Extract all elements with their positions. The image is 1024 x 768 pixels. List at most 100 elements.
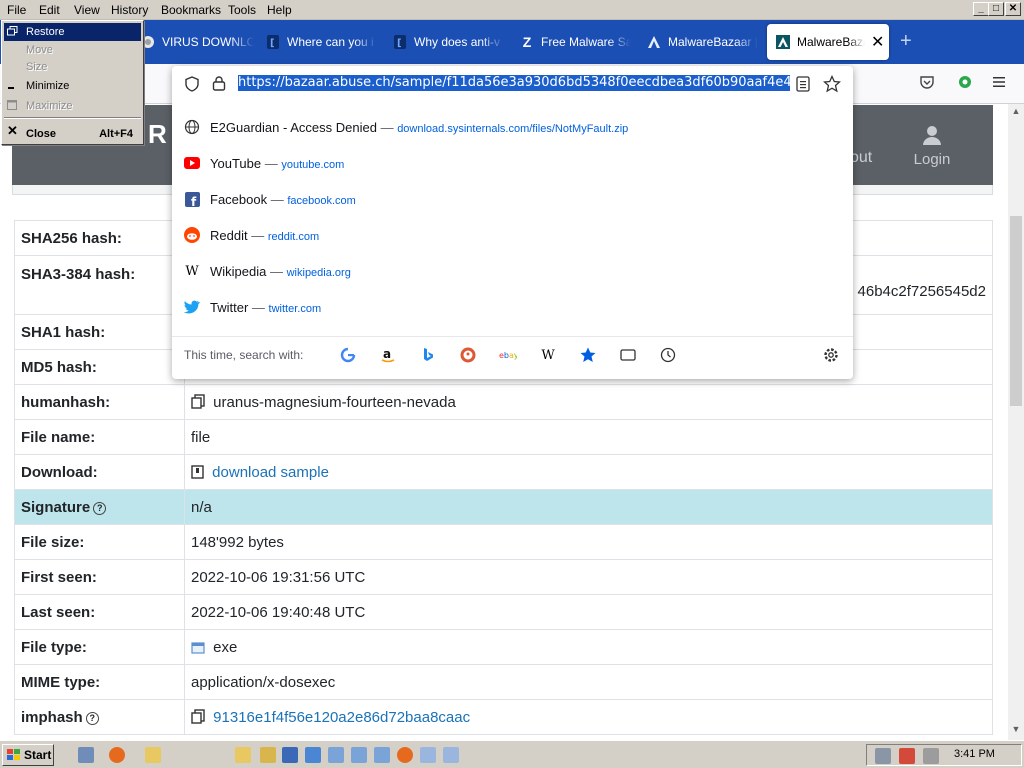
settings-gear-icon[interactable]: [822, 346, 840, 364]
suggestion-item[interactable]: YouTube — youtube.com: [172, 145, 853, 181]
app-icon[interactable]: [282, 747, 298, 763]
app-icon[interactable]: [351, 747, 367, 763]
duckduckgo-icon[interactable]: [459, 346, 477, 364]
bing-icon[interactable]: [419, 346, 437, 364]
reader-view-icon[interactable]: [796, 76, 810, 95]
start-button[interactable]: Start: [2, 744, 54, 766]
amazon-icon[interactable]: a: [379, 346, 397, 364]
windows-flag-icon: [7, 749, 20, 760]
folder-icon[interactable]: [260, 747, 276, 763]
ebay-icon[interactable]: ebay: [499, 346, 517, 364]
app-icon[interactable]: [420, 747, 436, 763]
suggestion-item[interactable]: Reddit — reddit.com: [172, 217, 853, 253]
svg-text:[: [: [397, 38, 402, 49]
suggestion-item[interactable]: E2Guardian - Access Denied — download.sy…: [172, 109, 853, 145]
menu-history[interactable]: History: [111, 3, 148, 17]
close-tab-icon[interactable]: ✕: [871, 32, 884, 52]
help-icon[interactable]: ?: [93, 501, 107, 515]
minimize-window-button[interactable]: _: [973, 2, 989, 16]
table-row: File size: 148'992 bytes: [14, 524, 993, 560]
history-clock-icon[interactable]: [659, 346, 677, 364]
network-icon[interactable]: [875, 748, 891, 764]
suggestion-url: facebook.com: [287, 195, 356, 207]
firefox-icon[interactable]: [109, 747, 125, 763]
scroll-up-arrow-icon[interactable]: ▲: [1008, 106, 1024, 122]
tab-label: Where can you i: [287, 35, 374, 49]
app-icon[interactable]: [305, 747, 321, 763]
row-value: 2022-10-06 19:40:48 UTC: [184, 594, 993, 630]
imphash-link[interactable]: 91316e1f4f56e120a2e86d72baa8caac: [213, 709, 470, 726]
close-window-button[interactable]: ✕: [1005, 2, 1021, 16]
malwarebazaar-icon: [775, 34, 791, 50]
row-value-cell: exe: [184, 629, 993, 665]
scrollbar-thumb[interactable]: [1010, 216, 1022, 406]
bookmark-star-icon[interactable]: [822, 74, 842, 96]
volume-icon[interactable]: [923, 748, 939, 764]
security-icon[interactable]: [899, 748, 915, 764]
close-menu-item[interactable]: ✕ Close Alt+F4: [4, 123, 141, 143]
scroll-down-arrow-icon[interactable]: ▼: [1008, 724, 1024, 740]
tab-where-can-you[interactable]: [ Where can you i: [265, 24, 383, 60]
tab-virus-download[interactable]: VIRUS DOWNLOA: [140, 24, 260, 60]
menu-label: Maximize: [26, 100, 73, 112]
google-icon[interactable]: [339, 346, 357, 364]
shield-icon[interactable]: [184, 76, 200, 95]
hamburger-menu-icon[interactable]: [990, 74, 1008, 92]
nav-login-link[interactable]: Login: [910, 125, 954, 168]
bracket-icon: [: [265, 34, 281, 50]
table-row: File name: file: [14, 419, 993, 455]
tab-malwarebazaar-active[interactable]: MalwareBazaar ✕: [767, 24, 889, 60]
pocket-icon[interactable]: [918, 74, 936, 92]
bookmarks-star-icon[interactable]: [579, 346, 597, 364]
tabs-icon[interactable]: [619, 346, 637, 364]
copy-icon[interactable]: [191, 708, 205, 724]
tab-label: MalwareBazaar |: [668, 35, 758, 49]
app-icon[interactable]: [374, 747, 390, 763]
menu-help[interactable]: Help: [267, 3, 292, 17]
minimize-menu-item[interactable]: Minimize: [4, 77, 141, 95]
row-key: MD5 hash:: [14, 349, 185, 385]
table-row: imphash? 91316e1f4f56e120a2e86d72baa8caa…: [14, 699, 993, 735]
help-icon[interactable]: ?: [85, 711, 99, 725]
vertical-scrollbar[interactable]: ▲ ▼: [1008, 104, 1024, 740]
nav-about-link[interactable]: out: [850, 149, 872, 167]
row-key: SHA256 hash:: [14, 220, 185, 256]
extension-icon[interactable]: [956, 74, 974, 92]
restore-window-button[interactable]: □: [988, 2, 1004, 16]
new-tab-button[interactable]: +: [900, 30, 912, 53]
restore-menu-item[interactable]: Restore: [4, 23, 141, 41]
close-x-icon: ✕: [7, 123, 18, 138]
menu-tools[interactable]: Tools: [228, 3, 256, 17]
tab-label: Free Malware Sa: [541, 35, 631, 49]
suggestion-title: Facebook: [210, 192, 268, 207]
bracket-icon: [: [392, 34, 408, 50]
tab-malwarebazaar-1[interactable]: MalwareBazaar |: [646, 24, 760, 60]
explorer-icon[interactable]: [235, 747, 251, 763]
download-sample-link[interactable]: download sample: [212, 464, 329, 481]
table-row: Download: download sample: [14, 454, 993, 490]
tab-free-malware[interactable]: Z Free Malware Sa: [519, 24, 637, 60]
firefox-icon[interactable]: [397, 747, 413, 763]
suggestion-item[interactable]: f Facebook — facebook.com: [172, 181, 853, 217]
menu-label: Size: [26, 61, 48, 73]
menu-bookmarks[interactable]: Bookmarks: [161, 3, 221, 17]
suggestion-item[interactable]: W Wikipedia — wikipedia.org: [172, 253, 853, 289]
app-icon[interactable]: [443, 747, 459, 763]
suggestion-item[interactable]: Twitter — twitter.com: [172, 289, 853, 325]
table-row: humanhash: uranus-magnesium-fourteen-nev…: [14, 384, 993, 420]
wikipedia-search-icon[interactable]: W: [539, 346, 557, 364]
url-input[interactable]: https://bazaar.abuse.ch/sample/f11da56e3…: [238, 75, 790, 94]
show-desktop-icon[interactable]: [78, 747, 94, 763]
app-icon[interactable]: [328, 747, 344, 763]
suggestion-title: E2Guardian - Access Denied: [210, 120, 377, 135]
menu-file[interactable]: File: [7, 3, 26, 17]
copy-icon[interactable]: [191, 393, 205, 409]
lock-icon[interactable]: [212, 75, 226, 94]
tab-why-does-anti[interactable]: [ Why does anti-v: [392, 24, 510, 60]
suggestion-url: download.sysinternals.com/files/NotMyFau…: [397, 123, 629, 135]
url-bar[interactable]: https://bazaar.abuse.ch/sample/f11da56e3…: [172, 66, 853, 102]
folder-icon[interactable]: [145, 747, 161, 763]
menu-view[interactable]: View: [74, 3, 100, 17]
restore-icon: [7, 26, 19, 38]
menu-edit[interactable]: Edit: [39, 3, 60, 17]
